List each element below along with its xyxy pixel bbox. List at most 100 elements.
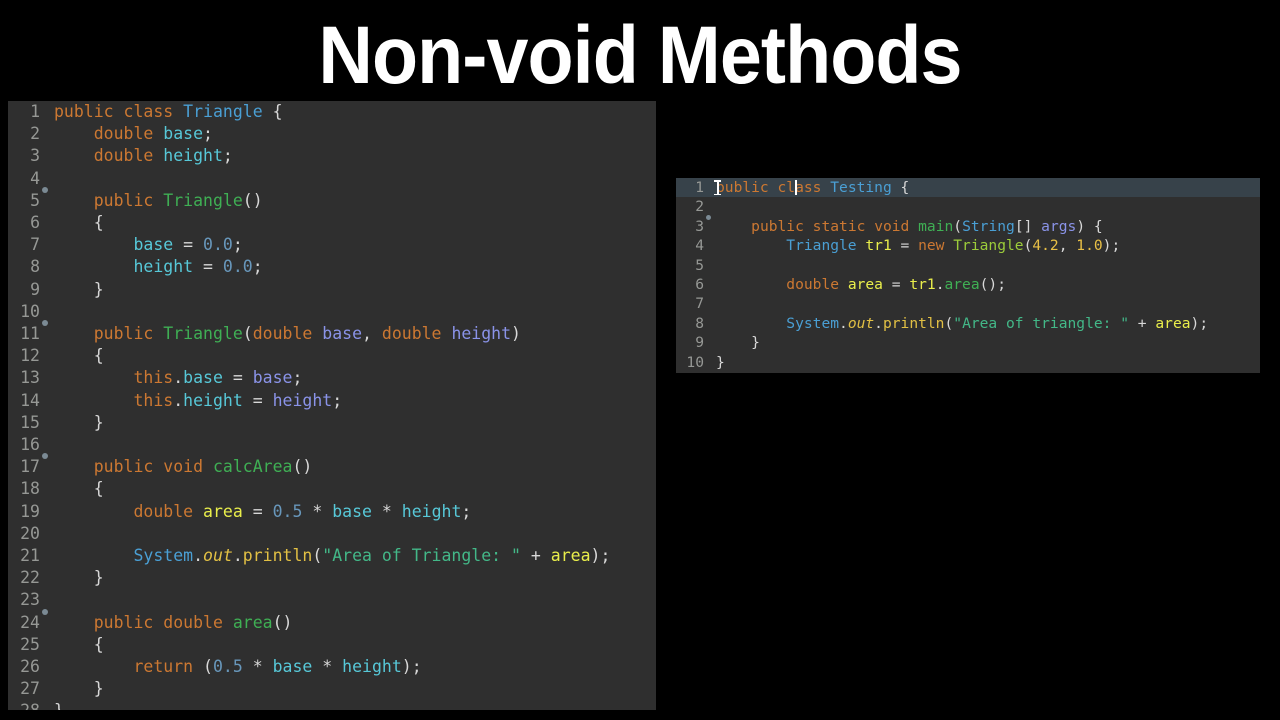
code-token: { <box>54 346 104 366</box>
code-line[interactable]: 10 <box>8 301 656 323</box>
code-line[interactable]: 5 <box>676 256 1260 275</box>
code-text[interactable]: } <box>54 678 656 700</box>
code-token: } <box>54 701 64 710</box>
code-line[interactable]: 3 public static void main(String[] args)… <box>676 214 1260 236</box>
code-text[interactable]: double area = tr1.area(); <box>716 275 1260 294</box>
code-text[interactable]: Triangle tr1 = new Triangle(4.2, 1.0); <box>716 236 1260 255</box>
code-text[interactable] <box>54 168 656 190</box>
code-text[interactable] <box>54 434 656 456</box>
code-token: out <box>847 314 875 332</box>
code-line[interactable]: 24 public double area() <box>8 608 656 634</box>
code-line[interactable]: 23 <box>8 589 656 611</box>
code-text[interactable]: } <box>54 412 656 434</box>
code-line[interactable]: 14 this.height = height; <box>8 390 656 412</box>
code-text[interactable]: public void calcArea() <box>54 456 656 478</box>
code-line[interactable]: 5 public Triangle() <box>8 186 656 212</box>
code-text[interactable] <box>716 197 1260 216</box>
code-token: } <box>54 412 104 432</box>
code-line[interactable]: 7 <box>676 294 1260 313</box>
code-token: = <box>242 390 273 410</box>
code-line[interactable]: 22 } <box>8 567 656 589</box>
code-line[interactable]: 13 this.base = base; <box>8 367 656 389</box>
code-text[interactable] <box>716 294 1260 313</box>
code-line[interactable]: 26 return (0.5 * base * height); <box>8 656 656 678</box>
code-text[interactable]: base = 0.0; <box>54 234 656 256</box>
code-text[interactable]: } <box>716 353 1260 372</box>
code-line[interactable]: 10} <box>676 353 1260 372</box>
code-token: height <box>342 657 402 677</box>
code-text[interactable]: height = 0.0; <box>54 256 656 278</box>
code-token: 0.0 <box>203 235 233 255</box>
code-line[interactable]: 20 <box>8 523 656 545</box>
code-editor-testing[interactable]: 1 public class Testing {2 3 public static… <box>676 178 1260 373</box>
code-text[interactable]: } <box>54 700 656 710</box>
code-token: { <box>54 213 104 233</box>
code-line[interactable]: 21 System.out.println("Area of Triangle:… <box>8 545 656 567</box>
code-line[interactable]: 1 public class Testing { <box>676 178 1260 198</box>
code-line[interactable]: 11 public Triangle(double base, double h… <box>8 320 656 345</box>
code-text[interactable]: this.height = height; <box>54 390 656 412</box>
code-text[interactable]: { <box>54 212 656 234</box>
code-line[interactable]: 2 <box>676 197 1260 216</box>
code-text[interactable]: } <box>716 333 1260 352</box>
code-line[interactable]: 6 double area = tr1.area(); <box>676 275 1260 294</box>
code-line[interactable]: 18 { <box>8 478 656 500</box>
code-line[interactable]: 4 Triangle tr1 = new Triangle(4.2, 1.0); <box>676 236 1260 255</box>
code-text[interactable]: return (0.5 * base * height); <box>54 656 656 678</box>
code-line[interactable]: 9 } <box>8 279 656 301</box>
code-text[interactable]: public static void main(String[] args) { <box>716 217 1260 236</box>
code-token: ( <box>944 314 954 332</box>
code-text[interactable]: { <box>54 634 656 656</box>
code-text[interactable]: double area = 0.5 * base * height; <box>54 501 656 523</box>
code-text[interactable] <box>716 256 1260 275</box>
code-token: ) <box>511 324 521 344</box>
code-line[interactable]: 17 public void calcArea() <box>8 453 656 478</box>
code-text[interactable]: public Triangle() <box>54 190 656 212</box>
code-line[interactable]: 27 } <box>8 678 656 700</box>
code-text[interactable]: public Triangle(double base, double heig… <box>54 323 656 345</box>
code-text[interactable]: public class Testing { <box>716 178 1260 197</box>
code-line[interactable]: 2 double base; <box>8 123 656 145</box>
code-text[interactable]: System.out.println("Area of triangle: " … <box>716 314 1260 333</box>
code-line[interactable]: 15 } <box>8 412 656 434</box>
code-line[interactable]: 19 double area = 0.5 * base * height; <box>8 501 656 523</box>
code-line[interactable]: 12 { <box>8 345 656 367</box>
code-text[interactable]: public class Triangle { <box>54 101 656 123</box>
code-line[interactable]: 1 public class Triangle { <box>8 101 656 123</box>
code-line[interactable]: 7 base = 0.0; <box>8 234 656 256</box>
code-text[interactable] <box>54 523 656 545</box>
code-token: ( <box>242 324 253 344</box>
code-text[interactable]: System.out.println("Area of Triangle: " … <box>54 545 656 567</box>
line-number: 2 <box>30 124 40 144</box>
code-text[interactable] <box>54 589 656 611</box>
code-text[interactable] <box>54 301 656 323</box>
code-line[interactable]: 25 { <box>8 634 656 656</box>
code-token: base <box>133 235 174 255</box>
code-text[interactable]: { <box>54 345 656 367</box>
code-line[interactable]: 8 height = 0.0; <box>8 256 656 278</box>
code-token: 0.5 <box>272 501 303 521</box>
code-token: ( <box>193 657 213 677</box>
code-line[interactable]: 6 { <box>8 212 656 234</box>
code-text[interactable]: { <box>54 478 656 500</box>
code-line[interactable]: 16 <box>8 434 656 456</box>
code-line[interactable]: 28} <box>8 700 656 710</box>
code-line[interactable]: 4 <box>8 168 656 190</box>
code-token: return <box>133 657 194 677</box>
code-text[interactable]: double base; <box>54 123 656 145</box>
code-text[interactable]: this.base = base; <box>54 367 656 389</box>
code-line[interactable]: 8 System.out.println("Area of triangle: … <box>676 314 1260 333</box>
code-token: , <box>362 324 382 344</box>
code-text[interactable]: } <box>54 279 656 301</box>
code-line[interactable]: 3 double height; <box>8 145 656 167</box>
code-line[interactable]: 9 } <box>676 333 1260 352</box>
code-text[interactable]: } <box>54 567 656 589</box>
code-text[interactable]: public double area() <box>54 612 656 634</box>
line-number: 24 <box>20 612 40 632</box>
code-editor-triangle[interactable]: 1 public class Triangle {2 double base; 3 … <box>8 101 656 710</box>
code-text[interactable]: double height; <box>54 145 656 167</box>
